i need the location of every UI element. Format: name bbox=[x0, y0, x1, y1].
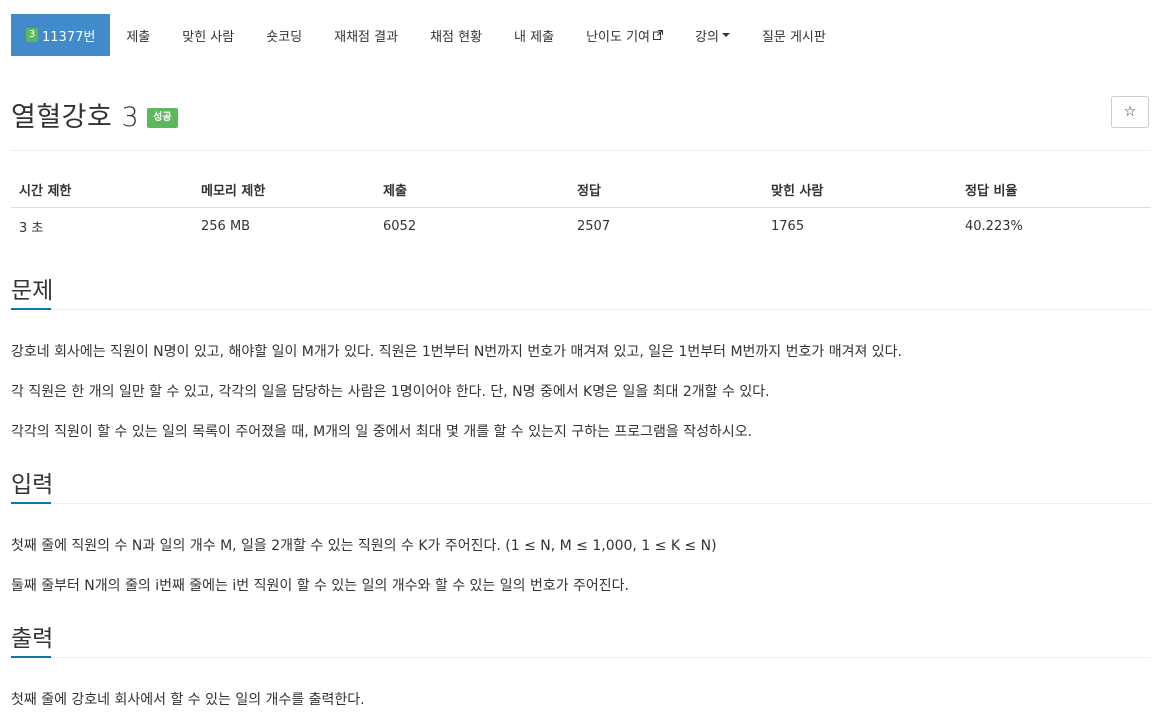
table-row: 3 초 256 MB 6052 2507 1765 40.223% bbox=[11, 208, 1151, 246]
section-accent-description bbox=[11, 308, 51, 310]
header-submissions: 제출 bbox=[375, 172, 569, 208]
tab-solvers-label: 맞힌 사람 bbox=[182, 29, 235, 45]
value-time-limit: 3 초 bbox=[19, 221, 44, 236]
tab-status[interactable]: 채점 현황 bbox=[414, 14, 498, 56]
tab-submit-label: 제출 bbox=[126, 29, 151, 45]
tab-short-coding[interactable]: 숏코딩 bbox=[250, 14, 318, 56]
section-divider-output bbox=[11, 657, 1151, 658]
section-title-input: 입력 bbox=[11, 472, 54, 498]
header-memory-limit: 메모리 제한 bbox=[193, 172, 375, 208]
problem-nav-tabs: 3 11377번 제출 맞힌 사람 숏코딩 재채점 결과 채점 현황 내 제출 … bbox=[11, 14, 842, 56]
section-divider-description bbox=[11, 309, 1151, 310]
tab-submit[interactable]: 제출 bbox=[110, 14, 166, 56]
value-memory-limit: 256 MB bbox=[201, 219, 251, 234]
page-title: 열혈강호 3 bbox=[11, 102, 140, 133]
problem-title-row: 열혈강호 3 성공 bbox=[11, 95, 178, 134]
section-accent-input bbox=[11, 502, 51, 504]
tab-my-submissions[interactable]: 내 제출 bbox=[498, 14, 570, 56]
tab-lectures-label: 강의 bbox=[695, 29, 719, 45]
tab-status-label: 채점 현황 bbox=[430, 29, 483, 45]
tab-difficulty-contribution-label: 난이도 기여 bbox=[586, 29, 650, 45]
value-solvers: 1765 bbox=[771, 219, 805, 234]
tab-question-board[interactable]: 질문 게시판 bbox=[746, 14, 842, 56]
value-accept-ratio: 40.223% bbox=[965, 219, 1023, 234]
status-badge: 성공 bbox=[147, 107, 178, 128]
description-paragraph-1: 강호네 회사에는 직원이 N명이 있고, 해야할 일이 M개가 있다. 직원은 … bbox=[11, 344, 902, 360]
tab-rejudge-results-label: 재채점 결과 bbox=[334, 29, 399, 45]
section-title-description: 문제 bbox=[11, 278, 54, 304]
description-paragraph-3: 각각의 직원이 할 수 있는 일의 목록이 주어졌을 때, M개의 일 중에서 … bbox=[11, 424, 753, 440]
header-time-limit: 시간 제한 bbox=[11, 172, 193, 208]
header-solvers: 맞힌 사람 bbox=[763, 172, 957, 208]
favorite-button[interactable]: ☆ bbox=[1111, 96, 1149, 128]
input-paragraph-1: 첫째 줄에 직원의 수 N과 일의 개수 M, 일을 2개할 수 있는 직원의 … bbox=[11, 538, 717, 554]
tab-my-submissions-label: 내 제출 bbox=[514, 29, 555, 45]
tab-difficulty-contribution[interactable]: 난이도 기여 bbox=[570, 14, 679, 56]
value-submissions: 6052 bbox=[383, 219, 417, 234]
header-accepted: 정답 bbox=[569, 172, 763, 208]
tab-rejudge-results[interactable]: 재채점 결과 bbox=[318, 14, 414, 56]
tab-question-board-label: 질문 게시판 bbox=[761, 29, 826, 45]
external-link-icon bbox=[653, 30, 663, 40]
section-divider-input bbox=[11, 503, 1151, 504]
caret-down-icon bbox=[721, 33, 730, 37]
output-paragraph-1: 첫째 줄에 강호네 회사에서 할 수 있는 일의 개수를 출력한다. bbox=[11, 692, 365, 708]
tab-lectures[interactable]: 강의 bbox=[679, 14, 746, 56]
title-divider bbox=[11, 150, 1151, 151]
tab-problem[interactable]: 3 11377번 bbox=[11, 14, 111, 56]
input-paragraph-2: 둘째 줄부터 N개의 줄의 i번째 줄에는 i번 직원이 할 수 있는 일의 개… bbox=[11, 578, 630, 594]
value-accepted: 2507 bbox=[577, 219, 611, 234]
star-icon: ☆ bbox=[1123, 104, 1137, 120]
tab-short-coding-label: 숏코딩 bbox=[266, 29, 303, 45]
tab-solvers[interactable]: 맞힌 사람 bbox=[166, 14, 250, 56]
section-accent-output bbox=[11, 656, 51, 658]
section-title-output: 출력 bbox=[11, 626, 54, 652]
problem-info-table: 시간 제한 메모리 제한 제출 정답 맞힌 사람 정답 비율 3 초 256 M… bbox=[11, 172, 1151, 245]
table-header-row: 시간 제한 메모리 제한 제출 정답 맞힌 사람 정답 비율 bbox=[11, 172, 1151, 208]
description-paragraph-2: 각 직원은 한 개의 일만 할 수 있고, 각각의 일을 담당하는 사람은 1명… bbox=[11, 384, 770, 400]
tab-problem-label: 11377번 bbox=[42, 29, 96, 45]
tier-badge-icon: 3 bbox=[26, 28, 38, 42]
header-accept-ratio: 정답 비율 bbox=[957, 172, 1151, 208]
